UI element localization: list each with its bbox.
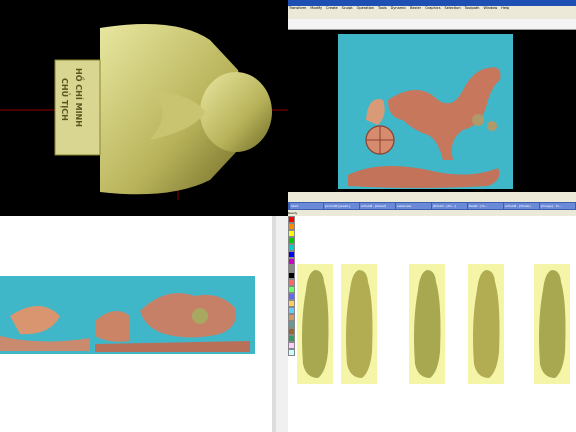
figure-tile-4: [468, 264, 504, 384]
menu-item[interactable]: Modify: [310, 6, 322, 10]
bust-relief-render: CHỦ TỊCH HỒ CHÍ MINH: [0, 24, 288, 200]
horse-relief-canvas[interactable]: [288, 30, 576, 192]
figure-tile-5: [534, 264, 570, 384]
figure-collection-window[interactable]: Start [ArtCAM] Jewelry ArtCAM - [Relief]…: [288, 192, 576, 432]
menu-item[interactable]: Sculpt: [342, 6, 353, 10]
figures-render: [297, 264, 570, 384]
menu-item[interactable]: Graphics: [425, 6, 440, 10]
panel-relief-viewport[interactable]: [0, 216, 276, 432]
horse-relief-window[interactable]: Transform Modify Create Sculpt Operation Tool…: [288, 0, 576, 192]
figure-tile-1: [297, 264, 333, 384]
side-panel: [276, 216, 288, 432]
figure-tile-3: [409, 264, 445, 384]
menu-item[interactable]: Operation: [357, 6, 374, 10]
menu-item[interactable]: Create: [326, 6, 338, 10]
menu-item[interactable]: Window: [483, 6, 497, 10]
menu-item[interactable]: Toolpath: [465, 6, 480, 10]
horse-relief-render: [338, 34, 513, 189]
panel-relief-render: [0, 276, 255, 354]
menu-item[interactable]: Bezier: [410, 6, 421, 10]
menu-item[interactable]: Transform: [289, 6, 306, 10]
menu-item[interactable]: Tools: [378, 6, 387, 10]
ruler: [288, 19, 576, 30]
menu-item[interactable]: Selection: [445, 6, 461, 10]
figure-tile-2: [341, 264, 377, 384]
menu-item[interactable]: Dynamic: [391, 6, 406, 10]
bust-relief-viewport[interactable]: CHỦ TỊCH HỒ CHÍ MINH: [0, 0, 288, 216]
menu-item[interactable]: Help: [501, 6, 509, 10]
